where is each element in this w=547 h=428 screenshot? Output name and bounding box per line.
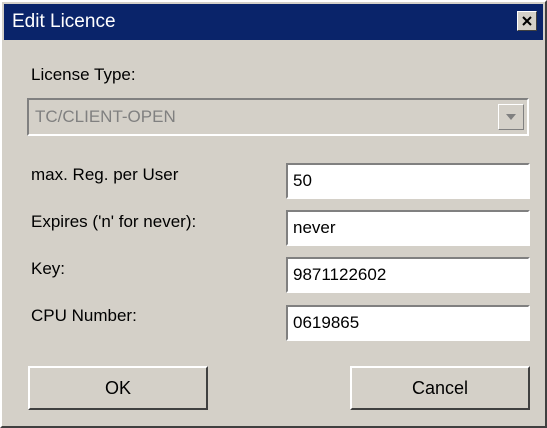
cancel-button[interactable]: Cancel [350,366,530,410]
ok-button[interactable]: OK [28,366,208,410]
cpu-number-input[interactable] [286,305,530,341]
license-type-label: License Type: [31,65,136,84]
chevron-down-icon [506,114,516,120]
title-bar[interactable]: Edit Licence [4,4,543,40]
close-icon [522,16,532,26]
key-input[interactable] [286,257,530,293]
cpu-number-label: CPU Number: [31,306,137,325]
expires-label: Expires ('n' for never): [31,212,197,231]
max-reg-label: max. Reg. per User [31,165,179,184]
license-type-value: TC/CLIENT-OPEN [35,107,176,126]
dialog-title: Edit Licence [12,11,116,32]
expires-input[interactable] [286,210,530,246]
dropdown-button[interactable] [498,104,524,130]
close-button[interactable] [517,11,537,31]
license-type-select[interactable]: TC/CLIENT-OPEN [27,98,529,136]
max-reg-input[interactable] [286,163,530,199]
key-label: Key: [31,259,66,278]
edit-licence-dialog: Edit Licence License Type: TC/CLIENT-OPE… [0,0,547,428]
